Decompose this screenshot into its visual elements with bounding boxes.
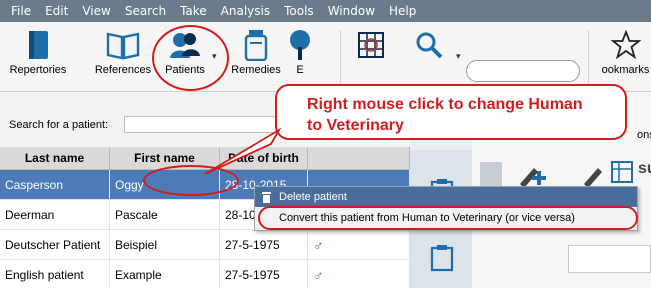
toolbar-separator xyxy=(340,30,341,84)
su-label: su xyxy=(638,160,651,177)
convert-highlight-oval xyxy=(258,206,638,230)
tree-icon xyxy=(283,28,317,62)
cell-last: Deerman xyxy=(0,200,110,229)
male-icon: ♂ xyxy=(313,266,324,283)
repertories-button[interactable]: Repertories xyxy=(6,28,70,88)
remedies-button[interactable]: Remedies xyxy=(228,28,284,88)
cell-gender: ♂ xyxy=(308,230,410,259)
male-icon: ♂ xyxy=(313,236,324,253)
grid-button[interactable] xyxy=(354,28,388,88)
patients-highlight-oval xyxy=(152,25,229,91)
cell-last: Casperson xyxy=(0,170,110,199)
tree-button[interactable]: E xyxy=(286,28,314,88)
menu-file[interactable]: File xyxy=(11,4,31,18)
menu-tools[interactable]: Tools xyxy=(284,4,314,18)
instruction-callout: Right mouse click to change Human to Vet… xyxy=(275,84,627,140)
menu-bar: File Edit View Search Take Analysis Tool… xyxy=(0,0,651,22)
menu-analysis[interactable]: Analysis xyxy=(221,4,270,18)
cell-dob: 27-5-1975 xyxy=(220,230,308,259)
col-last-name[interactable]: Last name xyxy=(0,147,110,169)
table-row[interactable]: Deutscher Patient Beispiel 27-5-1975 ♂ xyxy=(0,230,410,260)
cell-first: Beispiel xyxy=(110,230,220,259)
col-gender[interactable] xyxy=(308,147,410,169)
cell-dob: 27-5-1975 xyxy=(220,260,308,288)
menu-help[interactable]: Help xyxy=(389,4,416,18)
toolbar-separator xyxy=(588,30,589,84)
note-field[interactable] xyxy=(568,245,651,273)
menu-window[interactable]: Window xyxy=(328,4,375,18)
references-button[interactable]: References xyxy=(92,28,154,88)
toolbar-search-input[interactable] xyxy=(466,60,580,82)
menu-edit[interactable]: Edit xyxy=(45,4,68,18)
trash-icon xyxy=(262,192,271,203)
cell-last: English patient xyxy=(0,260,110,288)
delete-patient-label: Delete patient xyxy=(279,191,347,203)
menu-take[interactable]: Take xyxy=(180,4,207,18)
grid-icon xyxy=(354,28,388,62)
search-dropdown-arrow-icon[interactable]: ▾ xyxy=(456,52,461,62)
menu-search[interactable]: Search xyxy=(125,4,166,18)
remedy-jar-icon xyxy=(239,28,273,62)
consult-label: onsult xyxy=(637,129,651,141)
cell-last: Deutscher Patient xyxy=(0,230,110,259)
cell-first: Pascale xyxy=(110,200,220,229)
magnifier-icon xyxy=(412,28,446,62)
star-icon xyxy=(609,28,643,62)
callout-pointer-icon xyxy=(204,128,282,175)
bookmarks-button[interactable]: ookmarks xyxy=(600,28,651,88)
cell-first: Example xyxy=(110,260,220,288)
menu-view[interactable]: View xyxy=(82,4,110,18)
cell-gender: ♂ xyxy=(308,260,410,288)
search-toolbar-button[interactable] xyxy=(412,28,446,88)
open-book-icon xyxy=(106,28,140,62)
toolbar: Repertories References Patients ▾ Remedi… xyxy=(0,22,651,92)
patient-search-label: Search for a patient: xyxy=(9,119,109,131)
delete-patient-item[interactable]: Delete patient xyxy=(255,187,637,207)
table-row[interactable]: English patient Example 27-5-1975 ♂ xyxy=(0,260,410,288)
book-icon xyxy=(21,28,55,62)
